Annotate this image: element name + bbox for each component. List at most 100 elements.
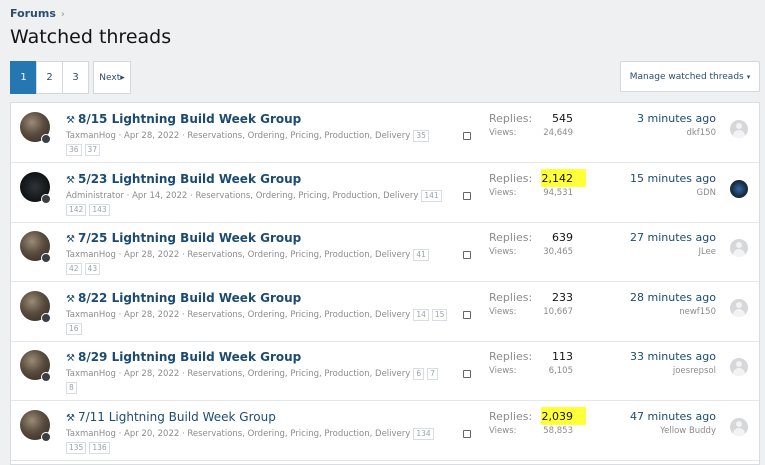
- thread-title-text: 7/25 Lightning Build Week Group: [77, 231, 302, 245]
- thread-forum[interactable]: Reservations, Ordering, Pricing, Product…: [187, 369, 410, 379]
- thread-author[interactable]: TaxmanHog: [66, 310, 116, 320]
- thread-page-link[interactable]: 14: [413, 308, 429, 321]
- last-poster-avatar[interactable]: [730, 239, 748, 257]
- pagination: 1 2 3 Next ▸: [10, 61, 131, 94]
- thread-row: ⚒ 7/25 Lightning Build Week Group TaxmanHo…: [11, 222, 759, 282]
- replies-count: 2,142: [541, 171, 574, 185]
- breadcrumb-forums-link[interactable]: Forums: [10, 7, 56, 20]
- thread-title-link[interactable]: ⚒ 7/11 Lightning Build Week Group: [66, 410, 276, 424]
- thread-author[interactable]: TaxmanHog: [66, 369, 116, 379]
- thread-page-link[interactable]: 6: [413, 368, 425, 380]
- next-arrow-icon: ▸: [120, 72, 125, 83]
- thread-title-link[interactable]: ⚒ 5/23 Lightning Build Week Group: [66, 172, 301, 186]
- latest-post-time-link[interactable]: 3 minutes ago: [637, 112, 716, 125]
- thread-author[interactable]: TaxmanHog: [66, 429, 116, 439]
- avatar-badge-icon: [41, 253, 51, 263]
- views-count: 6,105: [548, 366, 573, 376]
- wrench-icon: ⚒: [66, 115, 75, 126]
- latest-post-user-link[interactable]: Yellow Buddy: [660, 426, 716, 436]
- select-thread-checkbox[interactable]: [463, 370, 471, 378]
- thread-forum[interactable]: Reservations, Ordering, Pricing, Product…: [195, 191, 418, 201]
- next-page-label: Next: [99, 72, 121, 83]
- thread-page-link[interactable]: 42: [66, 263, 82, 275]
- thread-page-link[interactable]: 16: [66, 322, 82, 335]
- next-page-button[interactable]: Next ▸: [93, 61, 131, 94]
- select-thread-checkbox[interactable]: [463, 310, 471, 319]
- avatar-badge-icon: [41, 431, 51, 442]
- thread-title-text: 5/23 Lightning Build Week Group: [77, 171, 302, 186]
- thread-author[interactable]: TaxmanHog: [66, 131, 116, 141]
- latest-post-user-link[interactable]: joesrepsol: [673, 366, 716, 376]
- thread-page-link[interactable]: 36: [66, 144, 82, 156]
- select-thread-checkbox[interactable]: [463, 191, 471, 200]
- thread-page-link[interactable]: 135: [66, 441, 87, 454]
- page-button-1[interactable]: 1: [10, 61, 37, 94]
- last-poster-avatar[interactable]: [730, 417, 748, 436]
- page-button-3[interactable]: 3: [62, 61, 89, 94]
- caret-down-icon: ▾: [746, 72, 751, 81]
- last-poster-avatar[interactable]: [730, 298, 748, 317]
- replies-label: Replies:: [489, 290, 533, 304]
- thread-page-link[interactable]: 8: [66, 382, 77, 394]
- latest-post-user-link[interactable]: newf150: [679, 307, 716, 317]
- thread-title-text: 8/15 Lightning Build Week Group: [77, 112, 302, 126]
- thread-page-link[interactable]: 37: [84, 144, 101, 156]
- replies-label: Replies:: [489, 112, 533, 125]
- latest-post-time-link[interactable]: 33 minutes ago: [630, 350, 716, 363]
- thread-title-link[interactable]: ⚒ 8/22 Lightning Build Week Group: [66, 291, 301, 305]
- views-count: 24,649: [543, 128, 573, 138]
- page-button-2[interactable]: 2: [36, 61, 63, 94]
- latest-post-user-link[interactable]: GDN: [697, 188, 717, 198]
- thread-forum[interactable]: Reservations, Ordering, Pricing, Product…: [187, 429, 410, 439]
- latest-post-time-link[interactable]: 27 minutes ago: [630, 231, 716, 244]
- views-label: Views:: [489, 247, 517, 257]
- thread-page-link[interactable]: 134: [413, 427, 434, 440]
- thread-forum[interactable]: Reservations, Ordering, Pricing, Product…: [187, 310, 410, 320]
- thread-start-date[interactable]: Apr 28, 2022: [124, 250, 179, 260]
- select-thread-checkbox[interactable]: [463, 132, 471, 140]
- thread-start-date[interactable]: Apr 14, 2022: [132, 191, 187, 201]
- select-thread-checkbox[interactable]: [463, 251, 471, 259]
- select-thread-checkbox[interactable]: [463, 429, 471, 438]
- thread-forum[interactable]: Reservations, Ordering, Pricing, Product…: [187, 131, 410, 141]
- thread-start-date[interactable]: Apr 28, 2022: [124, 131, 179, 141]
- last-poster-avatar[interactable]: [730, 120, 748, 138]
- thread-meta: TaxmanHog · Apr 28, 2022 · Reservations,…: [66, 308, 451, 336]
- thread-page-link[interactable]: 35: [413, 130, 429, 142]
- thread-title-text: 7/11 Lightning Build Week Group: [77, 409, 276, 424]
- thread-page-link[interactable]: 15: [431, 308, 448, 321]
- thread-page-link[interactable]: 142: [66, 203, 87, 216]
- thread-title-text: 8/29 Lightning Build Week Group: [77, 350, 302, 364]
- thread-title-link[interactable]: ⚒ 7/25 Lightning Build Week Group: [66, 231, 301, 245]
- latest-post-time-link[interactable]: 28 minutes ago: [630, 291, 716, 304]
- views-count: 58,853: [543, 425, 573, 436]
- wrench-icon: ⚒: [66, 293, 75, 305]
- thread-author[interactable]: Administrator: [66, 191, 124, 201]
- latest-post-user-link[interactable]: dkf150: [686, 128, 716, 138]
- thread-author[interactable]: TaxmanHog: [66, 250, 116, 260]
- breadcrumb-separator-icon: ›: [60, 9, 65, 20]
- thread-start-date[interactable]: Apr 20, 2022: [124, 429, 179, 439]
- thread-page-link[interactable]: 43: [84, 263, 101, 275]
- last-poster-avatar[interactable]: [730, 179, 748, 198]
- thread-title-link[interactable]: ⚒ 8/29 Lightning Build Week Group: [66, 350, 301, 364]
- thread-title-link[interactable]: ⚒ 8/15 Lightning Build Week Group: [66, 112, 301, 126]
- thread-page-link[interactable]: 141: [421, 189, 442, 202]
- latest-post-time-link[interactable]: 15 minutes ago: [630, 172, 716, 185]
- thread-start-date[interactable]: Apr 28, 2022: [124, 310, 179, 320]
- manage-watched-threads-label: Manage watched threads: [629, 71, 744, 82]
- thread-start-date[interactable]: Apr 28, 2022: [124, 369, 179, 379]
- thread-page-link[interactable]: 143: [89, 203, 110, 216]
- thread-page-link[interactable]: 136: [89, 441, 110, 454]
- thread-title-text: 8/22 Lightning Build Week Group: [77, 290, 302, 305]
- latest-post-user-link[interactable]: JLee: [698, 247, 716, 257]
- manage-watched-threads-button[interactable]: Manage watched threads ▾: [620, 61, 760, 92]
- thread-list: ⚒ 8/15 Lightning Build Week Group TaxmanHo…: [10, 102, 760, 465]
- thread-page-link[interactable]: 7: [427, 368, 438, 380]
- latest-post-time-link[interactable]: 47 minutes ago: [630, 410, 716, 423]
- replies-count: 2,039: [541, 409, 574, 423]
- thread-forum[interactable]: Reservations, Ordering, Pricing, Product…: [187, 250, 410, 260]
- last-poster-avatar[interactable]: [730, 358, 748, 376]
- replies-label: Replies:: [489, 231, 533, 244]
- thread-page-link[interactable]: 41: [413, 249, 429, 261]
